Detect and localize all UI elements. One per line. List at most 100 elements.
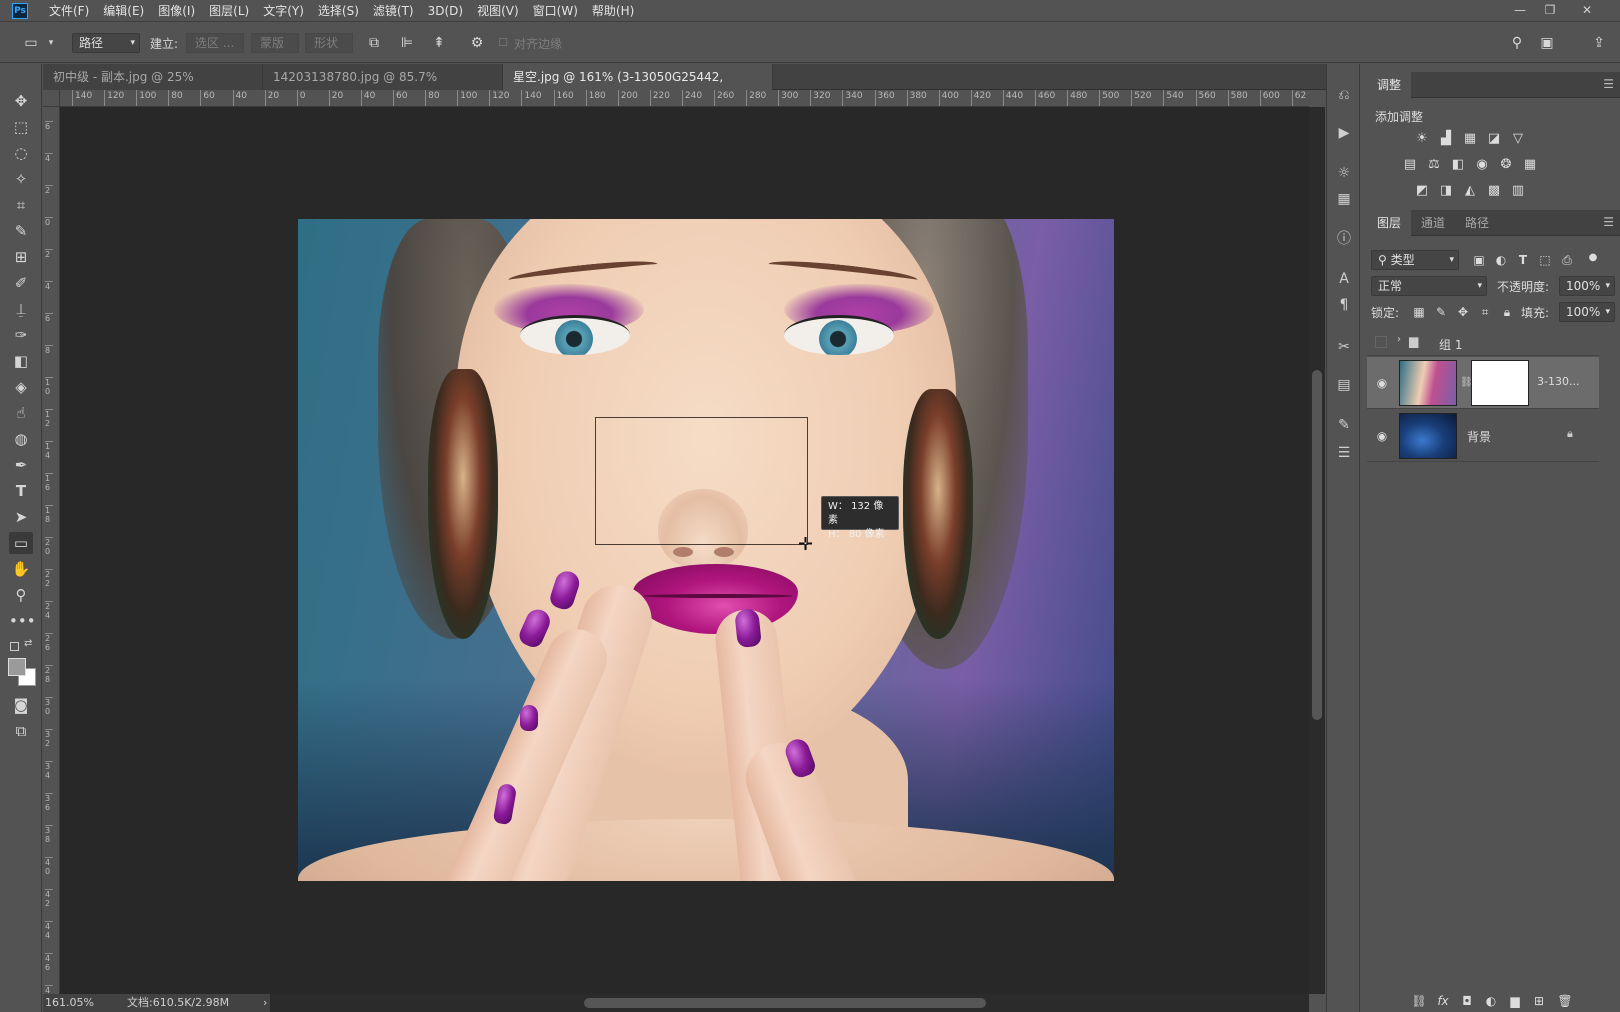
vertical-ruler[interactable]: 6 4 2 0 2 4 6 8 1 0 1 2 1 4 1 6 1 8 2 0 2 2 2 4 2 6 2 8 3 … — [43, 107, 60, 994]
path-operations-icon[interactable]: ⧉ — [365, 34, 383, 52]
align-edges-checkbox[interactable]: ☐ — [494, 34, 512, 52]
tool-mode-select[interactable]: 路径 ▾ — [72, 33, 140, 53]
trash-icon[interactable]: 🗑︎ — [1557, 993, 1573, 1009]
pen-tool-icon[interactable]: ✒ — [9, 454, 33, 476]
zoom-tool-icon[interactable]: ⚲ — [9, 584, 33, 606]
menu-help[interactable]: 帮助(H) — [585, 2, 641, 19]
invert-icon[interactable]: ◩ — [1413, 182, 1431, 200]
layer-row[interactable]: ◉ ⛓ 3-130... — [1367, 357, 1599, 409]
brush-presets-icon[interactable]: ☰ — [1333, 442, 1355, 464]
group-visibility-box[interactable] — [1375, 336, 1387, 348]
color-lookup-icon[interactable]: ▦ — [1521, 156, 1539, 174]
adjustments-panel-icon[interactable]: ☼ — [1333, 162, 1355, 184]
default-colors-icon[interactable] — [10, 642, 19, 651]
character-panel-icon[interactable]: A — [1333, 268, 1355, 290]
filter-smart-object-icon[interactable]: ⎙ — [1559, 252, 1575, 268]
horizontal-ruler[interactable]: 140 120 100 80 60 40 20 0 20 40 60 80 100 120 140 160 18… — [60, 90, 1309, 107]
chevron-down-icon[interactable]: ▾ — [42, 34, 60, 52]
brightness-contrast-icon[interactable]: ☀ — [1413, 130, 1431, 148]
make-shape-button[interactable]: 形状 — [305, 33, 353, 53]
new-layer-icon[interactable]: ⊞ — [1531, 993, 1547, 1009]
tab-document-1[interactable]: 初中级 - 副本.jpg @ 25%(RGB/8#)✕ — [43, 64, 263, 110]
layer-name[interactable]: 背景 — [1467, 428, 1491, 445]
minimize-button[interactable]: — — [1503, 0, 1537, 22]
menu-3d[interactable]: 3D(D) — [421, 4, 470, 18]
layer-row[interactable]: ◉ 背景 🔒︎ — [1367, 410, 1599, 462]
menu-file[interactable]: 文件(F) — [42, 2, 96, 19]
eye-icon[interactable]: ◉ — [1374, 428, 1390, 444]
lock-transparent-icon[interactable]: ▦ — [1411, 304, 1427, 320]
tab-adjustments[interactable]: 调整 — [1367, 72, 1412, 98]
search-icon[interactable]: ⚲ — [1508, 34, 1526, 52]
blend-mode-select[interactable]: 正常 ▾ — [1371, 276, 1487, 296]
smudge-tool-icon[interactable]: ☝ — [9, 402, 33, 424]
photo-filter-icon[interactable]: ◉ — [1473, 156, 1491, 174]
menu-type[interactable]: 文字(Y) — [256, 2, 311, 19]
tab-document-2[interactable]: 14203138780.jpg @ 85.7%(RGB/8#) *✕ — [263, 64, 503, 110]
chevron-right-icon[interactable]: › — [1397, 334, 1401, 345]
ruler-origin[interactable] — [43, 90, 60, 107]
lock-artboard-icon[interactable]: ⌗ — [1477, 304, 1493, 320]
swap-colors-icon[interactable]: ⇄ — [24, 638, 32, 649]
opacity-input[interactable]: 100% ▾ — [1559, 276, 1615, 296]
fill-input[interactable]: 100% ▾ — [1559, 302, 1615, 322]
menu-window[interactable]: 窗口(W) — [526, 2, 585, 19]
lasso-tool-icon[interactable]: ◌ — [9, 142, 33, 164]
magic-wand-tool-icon[interactable]: ✧ — [9, 168, 33, 190]
layer-name[interactable]: 3-130... — [1537, 375, 1579, 388]
gear-icon[interactable]: ⚙ — [468, 34, 486, 52]
share-icon[interactable]: ⇪ — [1590, 34, 1608, 52]
move-tool-icon[interactable]: ✥ — [9, 90, 33, 112]
dodge-tool-icon[interactable]: ◍ — [9, 428, 33, 450]
group-name[interactable]: 组 1 — [1439, 336, 1462, 353]
brush-settings-icon[interactable]: ✎ — [1333, 414, 1355, 436]
layer-filter-select[interactable]: ⚲ 类型 ▾ — [1371, 250, 1459, 270]
info-panel-icon[interactable]: ⓘ — [1333, 228, 1355, 250]
menu-select[interactable]: 选择(S) — [311, 2, 366, 19]
history-panel-icon[interactable]: ⎌ — [1333, 84, 1355, 106]
patch-tool-icon[interactable]: ⊞ — [9, 246, 33, 268]
eye-icon[interactable]: ◉ — [1374, 375, 1390, 391]
vibrance-icon[interactable]: ▽ — [1509, 130, 1527, 148]
rectangle-tool-preset-icon[interactable]: ▭ — [22, 34, 40, 52]
tab-paths[interactable]: 路径 — [1455, 210, 1499, 236]
brush-tool-icon[interactable]: ✐ — [9, 272, 33, 294]
zoom-level[interactable]: 161.05% — [45, 994, 94, 1012]
foreground-color-swatch[interactable] — [8, 658, 26, 676]
black-white-icon[interactable]: ◧ — [1449, 156, 1467, 174]
tab-channels[interactable]: 通道 — [1411, 210, 1455, 236]
make-selection-button[interactable]: 选区 ... — [186, 33, 244, 53]
link-layers-icon[interactable]: ⛓ — [1411, 993, 1427, 1009]
new-adjustment-layer-icon[interactable]: ◐ — [1483, 993, 1499, 1009]
horizontal-scroll-thumb[interactable] — [584, 998, 986, 1008]
panel-menu-icon[interactable]: ☰ — [1603, 77, 1614, 91]
layer-group-row[interactable]: › ▆ 组 1 — [1367, 330, 1599, 356]
layer-thumbnail[interactable] — [1399, 360, 1457, 406]
eyedropper-tool-icon[interactable]: ✎ — [9, 220, 33, 242]
path-alignment-icon[interactable]: ⊫ — [398, 34, 416, 52]
exposure-icon[interactable]: ◪ — [1485, 130, 1503, 148]
restore-button[interactable]: ❐ — [1533, 0, 1567, 22]
rectangle-selection-outline[interactable] — [595, 417, 808, 545]
levels-icon[interactable]: ▟ — [1437, 130, 1455, 148]
threshold-icon[interactable]: ◭ — [1461, 182, 1479, 200]
lock-position-icon[interactable]: ✥ — [1455, 304, 1471, 320]
fx-icon[interactable]: fx — [1435, 993, 1451, 1009]
add-mask-icon[interactable]: ◘ — [1459, 993, 1475, 1009]
make-mask-button[interactable]: 蒙版 — [251, 33, 299, 53]
lock-image-icon[interactable]: ✎ — [1433, 304, 1449, 320]
lock-all-icon[interactable]: 🔒︎ — [1499, 304, 1515, 320]
crop-tool-icon[interactable]: ⌗ — [9, 194, 33, 216]
status-menu-arrow-icon[interactable]: › — [263, 994, 267, 1012]
paragraph-panel-icon[interactable]: ¶ — [1333, 294, 1355, 316]
posterize-icon[interactable]: ◨ — [1437, 182, 1455, 200]
clone-stamp-tool-icon[interactable]: ⍊ — [9, 298, 33, 320]
history-brush-tool-icon[interactable]: ✑ — [9, 324, 33, 346]
close-button[interactable]: ✕ — [1570, 0, 1604, 22]
paint-bucket-tool-icon[interactable]: ◈ — [9, 376, 33, 398]
path-arrangement-icon[interactable]: ⇞ — [430, 34, 448, 52]
filter-shape-icon[interactable]: ⬚ — [1537, 252, 1553, 268]
more-tools-icon[interactable]: ••• — [9, 610, 36, 632]
hue-saturation-icon[interactable]: ▤ — [1401, 156, 1419, 174]
rectangle-tool-icon[interactable]: ▭ — [9, 532, 33, 554]
